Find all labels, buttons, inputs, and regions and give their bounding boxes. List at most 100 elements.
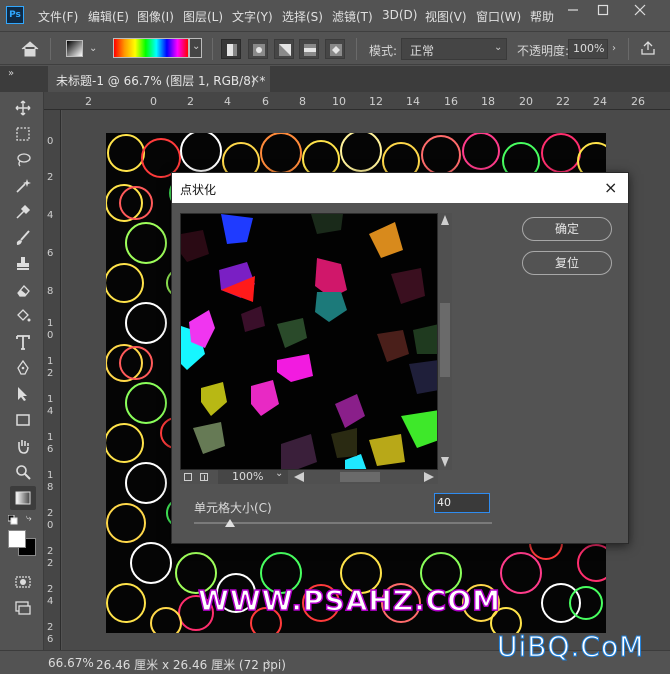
eraser-tool-icon[interactable] (10, 278, 36, 302)
ruler-tick: 1 2 (47, 356, 54, 379)
pen-tool-icon[interactable] (10, 356, 36, 380)
move-tool-icon[interactable] (10, 96, 36, 120)
zoom-level[interactable]: 66.67% (48, 656, 94, 670)
ruler-tick: 1 0 (47, 318, 54, 341)
close-tab-icon[interactable]: × (250, 72, 260, 86)
chevron-right-icon[interactable]: › (266, 655, 271, 669)
preview-zoom-select[interactable]: 100% ⌄ (218, 468, 288, 484)
radial-gradient-button[interactable] (248, 39, 268, 59)
minimize-icon[interactable] (560, 4, 586, 20)
blend-mode-select[interactable]: 正常 ⌄ (401, 38, 507, 60)
home-icon[interactable] (21, 41, 39, 57)
gradient-bucket-tool-icon[interactable] (10, 304, 36, 328)
document-tab[interactable]: 未标题-1 @ 66.7% (图层 1, RGB/8) * (48, 66, 270, 92)
app-logo: Ps (6, 6, 24, 24)
zoom-out-icon[interactable] (184, 473, 192, 481)
quick-mask-icon[interactable] (10, 570, 36, 594)
menu-help[interactable]: 帮助 (530, 8, 554, 25)
ruler-tick: 1 8 (47, 470, 54, 493)
ruler-tick: 26 (631, 95, 645, 108)
close-window-icon[interactable] (627, 4, 653, 20)
plus-mark (204, 475, 205, 480)
path-selection-tool-icon[interactable] (10, 382, 36, 406)
screen-mode-icon[interactable] (10, 596, 36, 620)
ruler-tick: 12 (369, 95, 383, 108)
diamond-gradient-button[interactable] (325, 39, 345, 59)
vertical-scroll-thumb[interactable] (440, 303, 450, 377)
type-tool-icon[interactable] (10, 330, 36, 354)
chevron-down-icon: ⌄ (192, 41, 201, 52)
gradient-dropdown[interactable]: ⌄ (189, 38, 202, 58)
foreground-color-swatch[interactable] (8, 530, 26, 548)
reset-button[interactable]: 复位 (522, 251, 612, 275)
separator (212, 38, 213, 60)
swap-colors-icon[interactable]: ⤷ (26, 513, 32, 524)
horizontal-scroll-thumb[interactable] (340, 472, 380, 482)
document-tab-bar: » 未标题-1 @ 66.7% (图层 1, RGB/8) * × (0, 66, 670, 92)
menu-window[interactable]: 窗口(W) (476, 8, 521, 25)
preview-horizontal-scrollbar[interactable]: 100% ⌄ (180, 468, 438, 484)
blend-mode-value: 正常 (410, 44, 435, 58)
lasso-tool-icon[interactable] (10, 148, 36, 172)
scroll-left-icon[interactable] (294, 472, 304, 482)
filter-preview[interactable] (180, 213, 438, 470)
ruler-tick: 22 (556, 95, 570, 108)
zoom-in-icon[interactable] (200, 473, 208, 481)
stamp-tool-icon[interactable] (10, 252, 36, 276)
cell-size-input[interactable]: 40 (434, 493, 490, 513)
brush-tool-icon[interactable] (10, 226, 36, 250)
gradient-tool-icon[interactable] (10, 486, 36, 510)
dialog-titlebar[interactable]: 点状化 × (172, 173, 628, 203)
chevron-down-icon: ⌄ (494, 42, 503, 53)
scroll-down-icon[interactable] (441, 457, 449, 467)
menu-select[interactable]: 选择(S) (282, 8, 323, 25)
menu-filter[interactable]: 滤镜(T) (332, 8, 373, 25)
maximize-icon[interactable] (590, 4, 616, 20)
menu-layer[interactable]: 图层(L) (183, 8, 223, 25)
menu-edit[interactable]: 编辑(E) (88, 8, 129, 25)
dialog-close-icon[interactable]: × (604, 178, 617, 197)
separator (628, 38, 629, 60)
reflected-gradient-button[interactable] (299, 39, 319, 59)
chevron-down-icon: ⌄ (275, 468, 284, 479)
preview-vertical-scrollbar[interactable] (438, 213, 452, 470)
chevron-right-icon[interactable]: › (612, 43, 616, 54)
ok-button[interactable]: 确定 (522, 217, 612, 241)
zoom-tool-icon[interactable] (10, 460, 36, 484)
ruler-vertical: 0 2 4 6 8 1 0 1 2 1 4 1 6 1 8 2 0 2 2 2 … (44, 110, 61, 650)
menu-3d[interactable]: 3D(D) (382, 8, 417, 22)
ruler-tick: 1 4 (47, 394, 54, 417)
menu-image[interactable]: 图像(I) (137, 8, 174, 25)
canvas-watermark-text: WWW.PSAHZ.COM (197, 583, 501, 618)
ruler-tick: 0 (47, 136, 54, 147)
menu-view[interactable]: 视图(V) (425, 8, 467, 25)
cell-size-slider[interactable] (194, 522, 492, 524)
gradient-editor-bar[interactable] (113, 38, 189, 58)
ruler-tick: 2 6 (47, 622, 54, 645)
linear-gradient-button[interactable] (221, 39, 241, 59)
eyedropper-tool-icon[interactable] (10, 200, 36, 224)
scroll-up-icon[interactable] (441, 215, 449, 225)
cell-size-slider-thumb[interactable] (224, 519, 235, 527)
options-bar: ⌄ ⌄ 模式: 正常 ⌄ 不透明度: 100% › (0, 31, 670, 65)
separator (356, 38, 357, 60)
chevron-down-icon[interactable]: ⌄ (89, 43, 97, 54)
share-icon[interactable] (640, 40, 656, 59)
opacity-label: 不透明度: (517, 44, 570, 58)
collapse-panels-icon[interactable]: » (8, 68, 14, 79)
scroll-right-icon[interactable] (424, 472, 434, 482)
menu-type[interactable]: 文字(Y) (232, 8, 273, 25)
mode-label: 模式: (369, 44, 398, 58)
magic-wand-tool-icon[interactable] (10, 174, 36, 198)
menu-file[interactable]: 文件(F) (38, 8, 78, 25)
gradient-tool-preset-icon[interactable] (66, 40, 83, 57)
hand-tool-icon[interactable] (10, 434, 36, 458)
ruler-tick: 2 4 (47, 584, 54, 607)
opacity-input[interactable]: 100% (568, 39, 608, 59)
pointillize-dialog: 点状化 × 100% ⌄ 确定 复位 单元格大小(C) 40 (171, 172, 629, 544)
angle-gradient-button[interactable] (274, 39, 294, 59)
default-colors-icon[interactable] (7, 514, 18, 528)
marquee-tool-icon[interactable] (10, 122, 36, 146)
rectangle-tool-icon[interactable] (10, 408, 36, 432)
ruler-tick: 6 (47, 248, 54, 259)
